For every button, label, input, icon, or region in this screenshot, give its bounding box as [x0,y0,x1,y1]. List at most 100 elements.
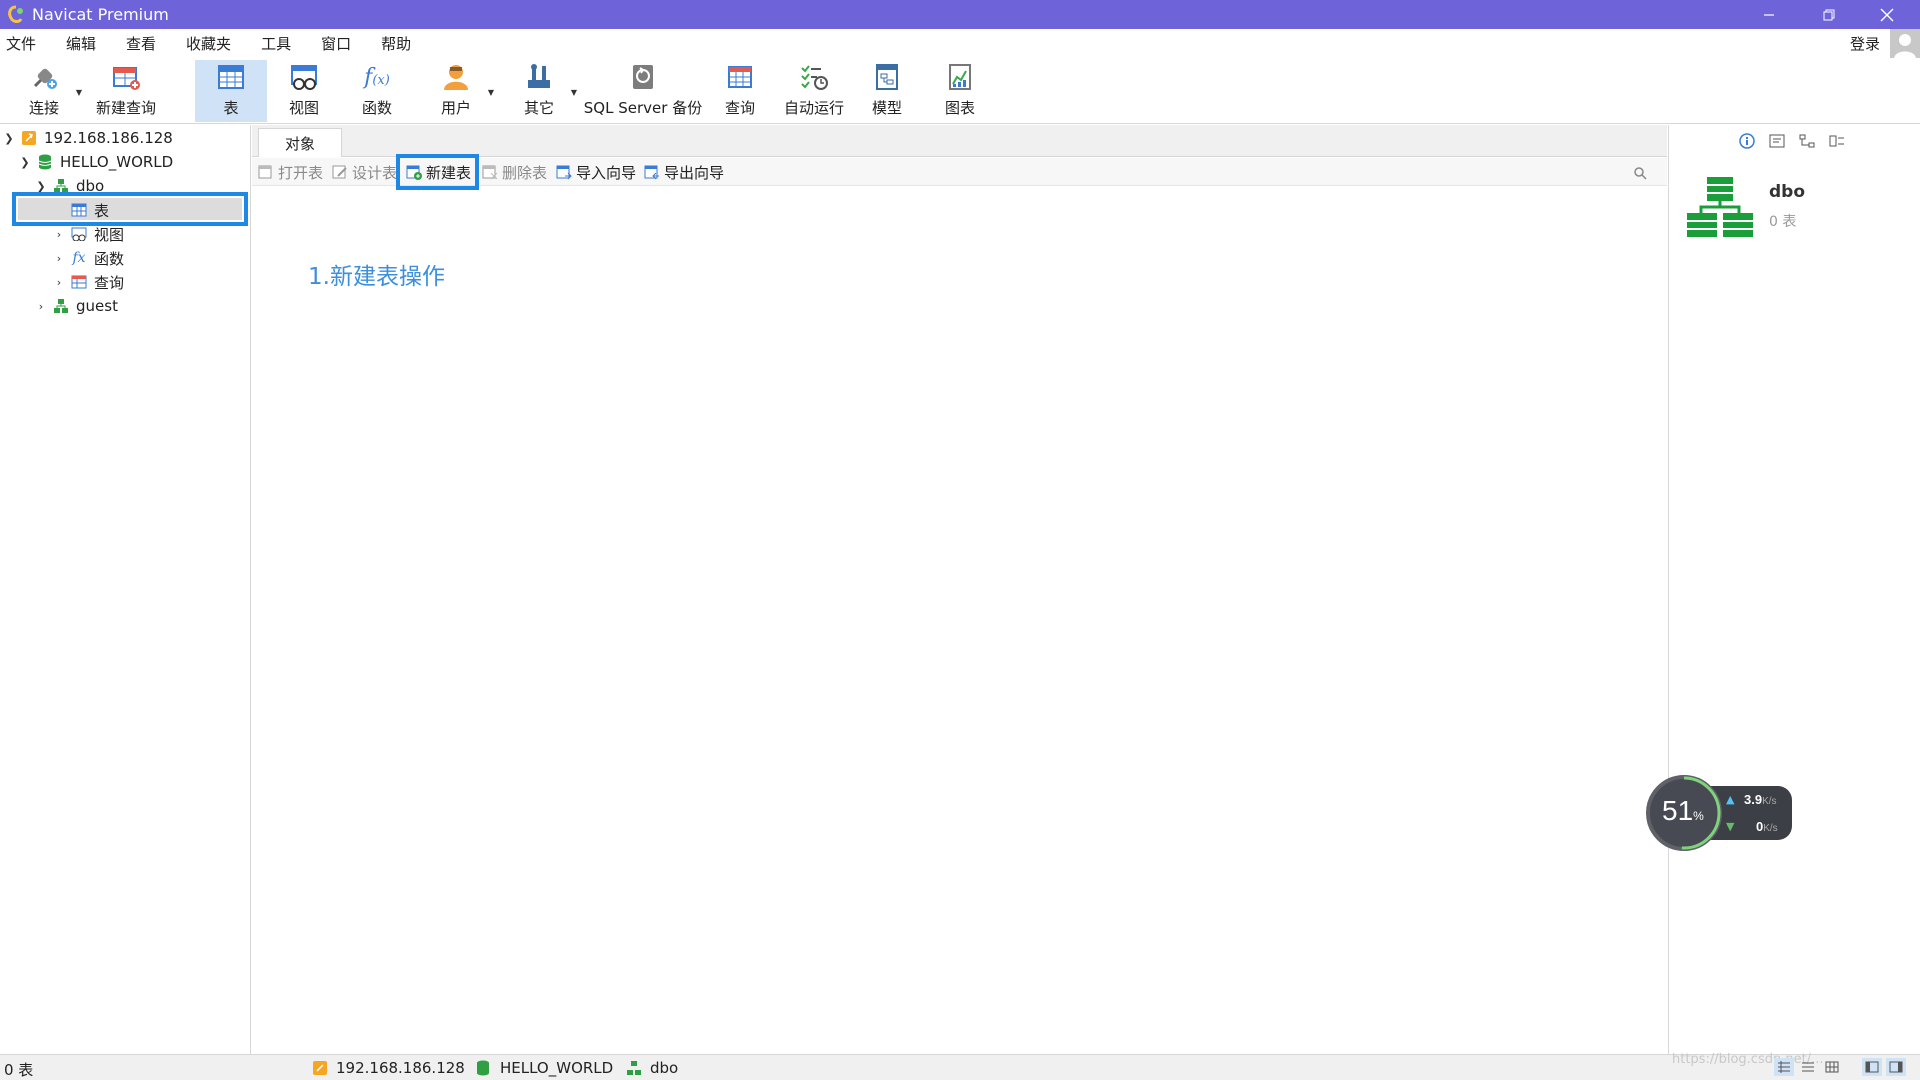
other-dropdown-icon[interactable]: ▼ [571,88,577,97]
detail-view-icon [1802,1062,1814,1072]
info-panel-toggle-icon [1889,1061,1903,1073]
login-link[interactable]: 登录 [1850,33,1880,54]
info-icon[interactable] [1739,133,1755,149]
open-table-button[interactable]: 打开表 [258,162,323,182]
list-view-icon [1778,1061,1790,1073]
minimize-icon [1764,13,1774,16]
schema-large-icon [1687,177,1753,237]
avatar[interactable] [1890,29,1920,59]
new-query-icon [113,67,140,90]
menu-help[interactable]: 帮助 [375,33,425,54]
preview-icon[interactable] [1829,133,1845,149]
function-button[interactable]: f(x) 函数 [351,60,403,122]
menu-edit[interactable]: 编辑 [60,33,110,54]
table-icon [218,65,244,89]
chevron-right-icon[interactable]: › [52,252,66,265]
tree-database[interactable]: ❯ HELLO_WORLD [18,150,173,174]
query-button[interactable]: 查询 [714,60,766,122]
sql-server-backup-button[interactable]: SQL Server 备份 [583,60,703,122]
menu-window[interactable]: 窗口 [315,33,365,54]
export-icon [644,165,659,180]
chevron-down-icon[interactable]: ❯ [34,180,48,193]
toggle-sidebar-button[interactable] [1862,1058,1882,1076]
minimize-button[interactable] [1740,0,1798,29]
ddl-icon[interactable] [1769,133,1785,149]
schema-icon [627,1061,641,1075]
info-object-name: dbo [1769,182,1806,202]
status-database: HELLO_WORLD [476,1059,613,1077]
info-panel: dbo 0 表 [1668,125,1920,1054]
menu-file[interactable]: 文件 [0,33,50,54]
chart-label: 图表 [944,99,975,117]
tree-schema-guest[interactable]: › guest [34,294,118,318]
main-toolbar: 连接 ▼ 新建查询 表 视图 f(x) 函数 用户 ▼ 其它 ▼ SQL Ser… [0,58,1920,124]
detail-view-button[interactable] [1798,1058,1818,1076]
search-icon[interactable] [1633,166,1647,180]
sidebar-toggle-icon [1865,1061,1879,1073]
design-table-button[interactable]: 设计表 [332,162,397,182]
tree-server[interactable]: ❯ 192.168.186.128 [2,126,173,150]
status-schema: dbo [626,1059,678,1077]
autorun-button[interactable]: 自动运行 [780,60,848,122]
menu-bar: 文件 编辑 查看 收藏夹 工具 窗口 帮助 [0,29,1920,58]
backup-icon [633,65,653,89]
chevron-right-icon[interactable]: › [34,300,48,313]
menu-favorites[interactable]: 收藏夹 [180,33,245,54]
chevron-down-icon[interactable]: ❯ [18,156,32,169]
user-label: 用户 [440,99,471,117]
database-icon [38,154,52,170]
export-wizard-button[interactable]: 导出向导 [644,162,724,182]
delete-table-button[interactable]: 删除表 [482,162,547,182]
chevron-right-icon[interactable]: › [52,228,66,241]
connection-tree [0,125,251,1054]
table-button[interactable]: 表 [195,60,267,122]
grid-view-button[interactable] [1822,1058,1842,1076]
new-table-highlight-box [396,154,479,190]
schema-icon [54,299,68,313]
tree-server-label: 192.168.186.128 [44,129,173,147]
user-icon [444,65,468,90]
function-icon: f(x) [364,64,390,90]
chevron-down-icon[interactable]: ❯ [2,132,16,145]
model-button[interactable]: 模型 [861,60,913,122]
connect-dropdown-icon[interactable]: ▼ [76,88,82,97]
toggle-info-panel-button[interactable] [1886,1058,1906,1076]
restore-button[interactable] [1800,0,1858,29]
menu-tools[interactable]: 工具 [255,33,305,54]
status-bar: 0 表 192.168.186.128 HELLO_WORLD dbo [0,1054,1920,1080]
plug-icon [33,68,57,89]
new-query-label: 新建查询 [95,99,156,117]
tab-objects[interactable]: 对象 [258,128,342,157]
close-icon [1880,8,1894,21]
import-wizard-button[interactable]: 导入向导 [556,162,636,182]
tree-functions-label: 函数 [94,249,125,268]
model-label: 模型 [871,99,902,117]
user-dropdown-icon[interactable]: ▼ [488,88,494,97]
menu-view[interactable]: 查看 [120,33,170,54]
chart-button[interactable]: 图表 [934,60,986,122]
annotation-text: 1.新建表操作 [308,264,445,290]
status-server: 192.168.186.128 [312,1059,465,1077]
delete-table-icon [482,165,498,180]
other-label: 其它 [523,99,554,117]
new-query-button[interactable]: 新建查询 [88,60,164,122]
table-label: 表 [223,99,239,117]
object-panel: 对象 打开表 设计表 新建表 删除表 导入向导 导出向导 1.新建表操作 [252,125,1667,1054]
network-speed-widget[interactable]: 51% ▲ 3.9K/s ▼ 0K/s [1646,775,1796,851]
other-button[interactable]: 其它 ▼ [513,60,577,122]
tree-functions[interactable]: › fx 函数 [52,246,124,270]
backup-label: SQL Server 备份 [583,99,703,117]
view-icon [71,227,87,241]
view-icon [291,65,317,90]
connect-button[interactable]: 连接 ▼ [18,60,82,122]
query-icon [728,66,752,88]
close-button[interactable] [1858,0,1916,29]
view-button[interactable]: 视图 [278,60,330,122]
user-button[interactable]: 用户 ▼ [430,60,494,122]
list-view-button[interactable] [1774,1058,1794,1076]
tree-queries[interactable]: › 查询 [52,270,124,294]
chevron-right-icon[interactable]: › [52,276,66,289]
tree-tables[interactable]: 表 [52,198,109,222]
tree-views[interactable]: › 视图 [52,222,124,246]
dependency-icon[interactable] [1799,133,1815,149]
